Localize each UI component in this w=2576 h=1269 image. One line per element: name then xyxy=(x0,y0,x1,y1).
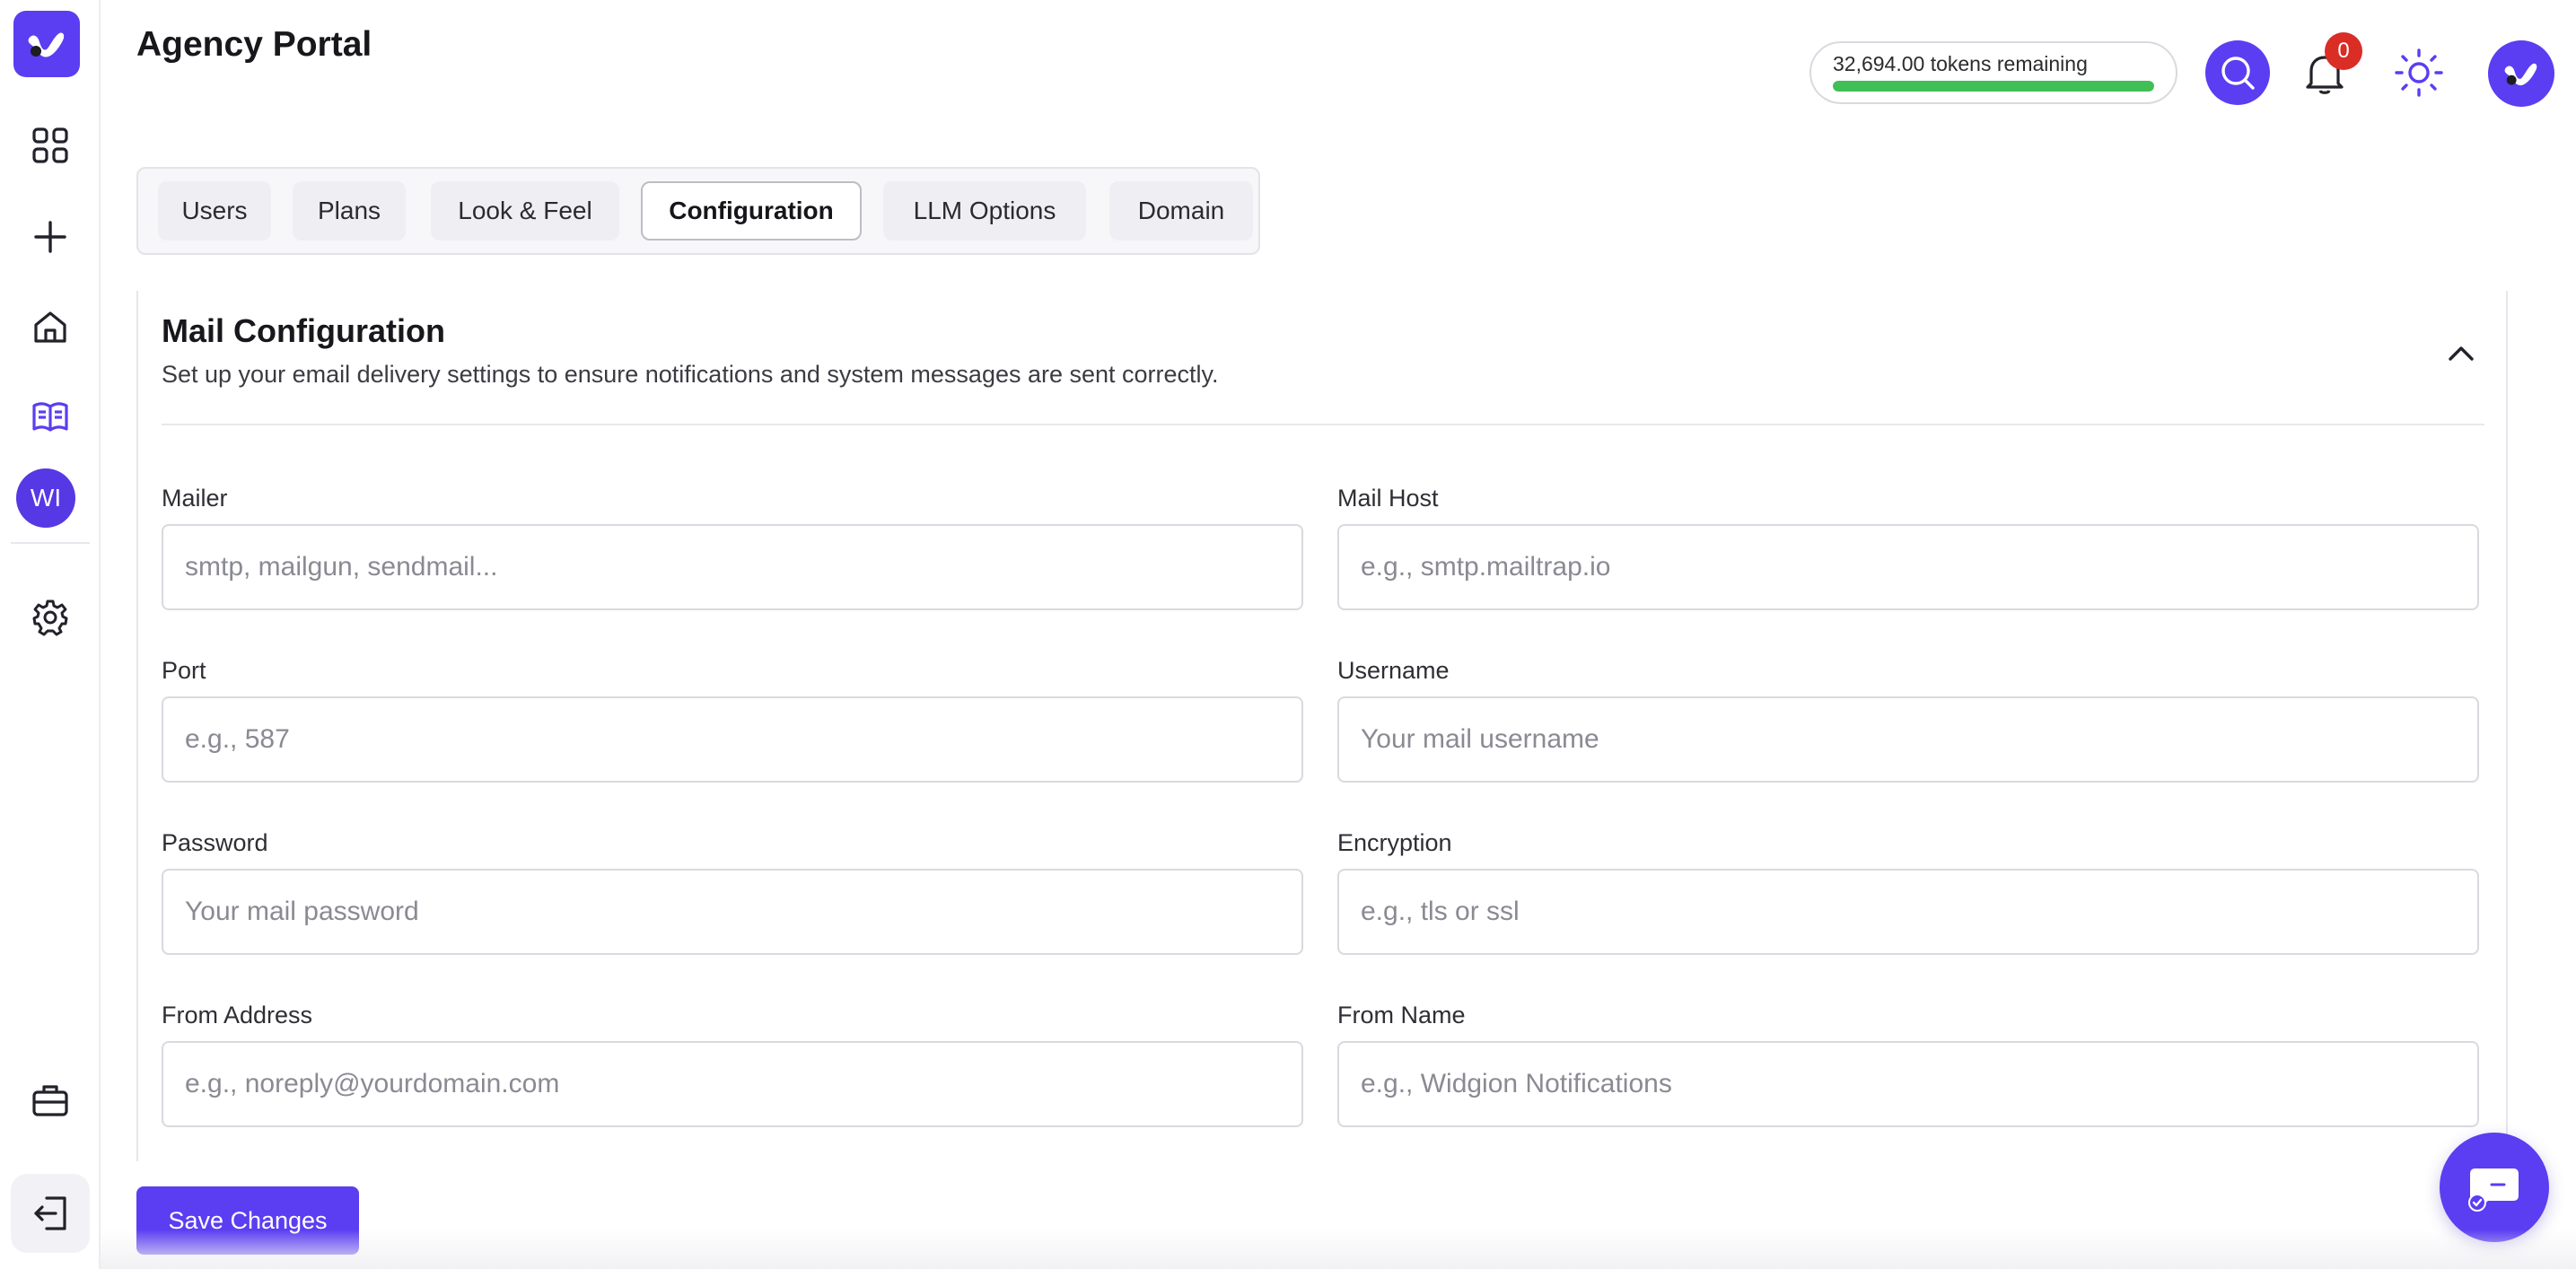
mail-host-label: Mail Host xyxy=(1337,485,1439,512)
sidebar-item-dashboard[interactable] xyxy=(18,113,83,178)
support-chat-button[interactable] xyxy=(2440,1133,2549,1242)
book-icon xyxy=(32,402,68,432)
sidebar: WI xyxy=(0,0,101,1269)
sidebar-item-home[interactable] xyxy=(18,294,83,359)
logo-icon xyxy=(2504,63,2537,86)
from-name-label: From Name xyxy=(1337,1002,1466,1028)
user-avatar[interactable] xyxy=(2488,40,2554,107)
chevron-up-icon xyxy=(2449,346,2474,361)
token-balance: 32,694.00 tokens remaining xyxy=(1809,41,2177,104)
page-title: Agency Portal xyxy=(136,25,372,64)
section-divider xyxy=(162,424,2484,425)
password-label: Password xyxy=(162,829,268,856)
logout-button[interactable] xyxy=(18,1181,83,1246)
logout-icon xyxy=(34,1196,66,1230)
port-label: Port xyxy=(162,657,206,684)
token-progress-bar xyxy=(1833,81,2154,92)
tab-plans[interactable]: Plans xyxy=(293,181,406,241)
mail-host-input[interactable] xyxy=(1337,524,2479,610)
gear-icon xyxy=(32,599,68,636)
username-input[interactable] xyxy=(1337,696,2479,783)
token-balance-text: 32,694.00 tokens remaining xyxy=(1833,52,2088,75)
app-logo[interactable] xyxy=(13,11,80,77)
logo-icon xyxy=(28,32,65,57)
search-icon xyxy=(2221,57,2255,90)
tab-configuration[interactable]: Configuration xyxy=(641,181,862,241)
encryption-input[interactable] xyxy=(1337,869,2479,955)
notification-count-badge: 0 xyxy=(2325,32,2362,70)
sidebar-divider xyxy=(11,542,90,544)
chat-icon xyxy=(2468,1168,2519,1212)
tab-llm-options[interactable]: LLM Options xyxy=(883,181,1086,241)
grid-icon xyxy=(32,127,68,163)
collapse-section-button[interactable] xyxy=(2443,336,2479,372)
sidebar-item-workspace[interactable] xyxy=(18,1068,83,1133)
mailer-input[interactable] xyxy=(162,524,1303,610)
from-address-label: From Address xyxy=(162,1002,313,1028)
port-input[interactable] xyxy=(162,696,1303,783)
bottom-fade xyxy=(101,1230,2576,1269)
home-icon xyxy=(34,311,66,343)
from-address-input[interactable] xyxy=(162,1041,1303,1127)
briefcase-icon xyxy=(32,1085,68,1116)
tab-users[interactable]: Users xyxy=(158,181,271,241)
token-progress-fill xyxy=(1833,81,2154,92)
password-input[interactable] xyxy=(162,869,1303,955)
save-changes-button[interactable]: Save Changes xyxy=(136,1186,359,1255)
encryption-label: Encryption xyxy=(1337,829,1452,856)
from-name-input[interactable] xyxy=(1337,1041,2479,1127)
sun-icon xyxy=(2395,48,2443,97)
username-label: Username xyxy=(1337,657,1450,684)
plus-icon xyxy=(34,221,66,253)
mail-configuration-panel: Mail Configuration Set up your email del… xyxy=(136,291,2508,1161)
tab-look-and-feel[interactable]: Look & Feel xyxy=(431,181,619,241)
section-title: Mail Configuration xyxy=(162,312,445,349)
mailer-label: Mailer xyxy=(162,485,228,512)
section-subtitle: Set up your email delivery settings to e… xyxy=(162,361,1219,388)
search-button[interactable] xyxy=(2205,40,2270,105)
sidebar-item-settings[interactable] xyxy=(18,585,83,650)
sidebar-item-library[interactable] xyxy=(18,384,83,449)
sidebar-workspace-avatar[interactable]: WI xyxy=(16,468,75,528)
sidebar-item-create[interactable] xyxy=(18,205,83,269)
tab-domain[interactable]: Domain xyxy=(1109,181,1253,241)
theme-toggle[interactable] xyxy=(2391,45,2447,101)
avatar-initials: WI xyxy=(30,484,62,512)
settings-tabs: Users Plans Look & Feel Configuration LL… xyxy=(136,167,1260,255)
